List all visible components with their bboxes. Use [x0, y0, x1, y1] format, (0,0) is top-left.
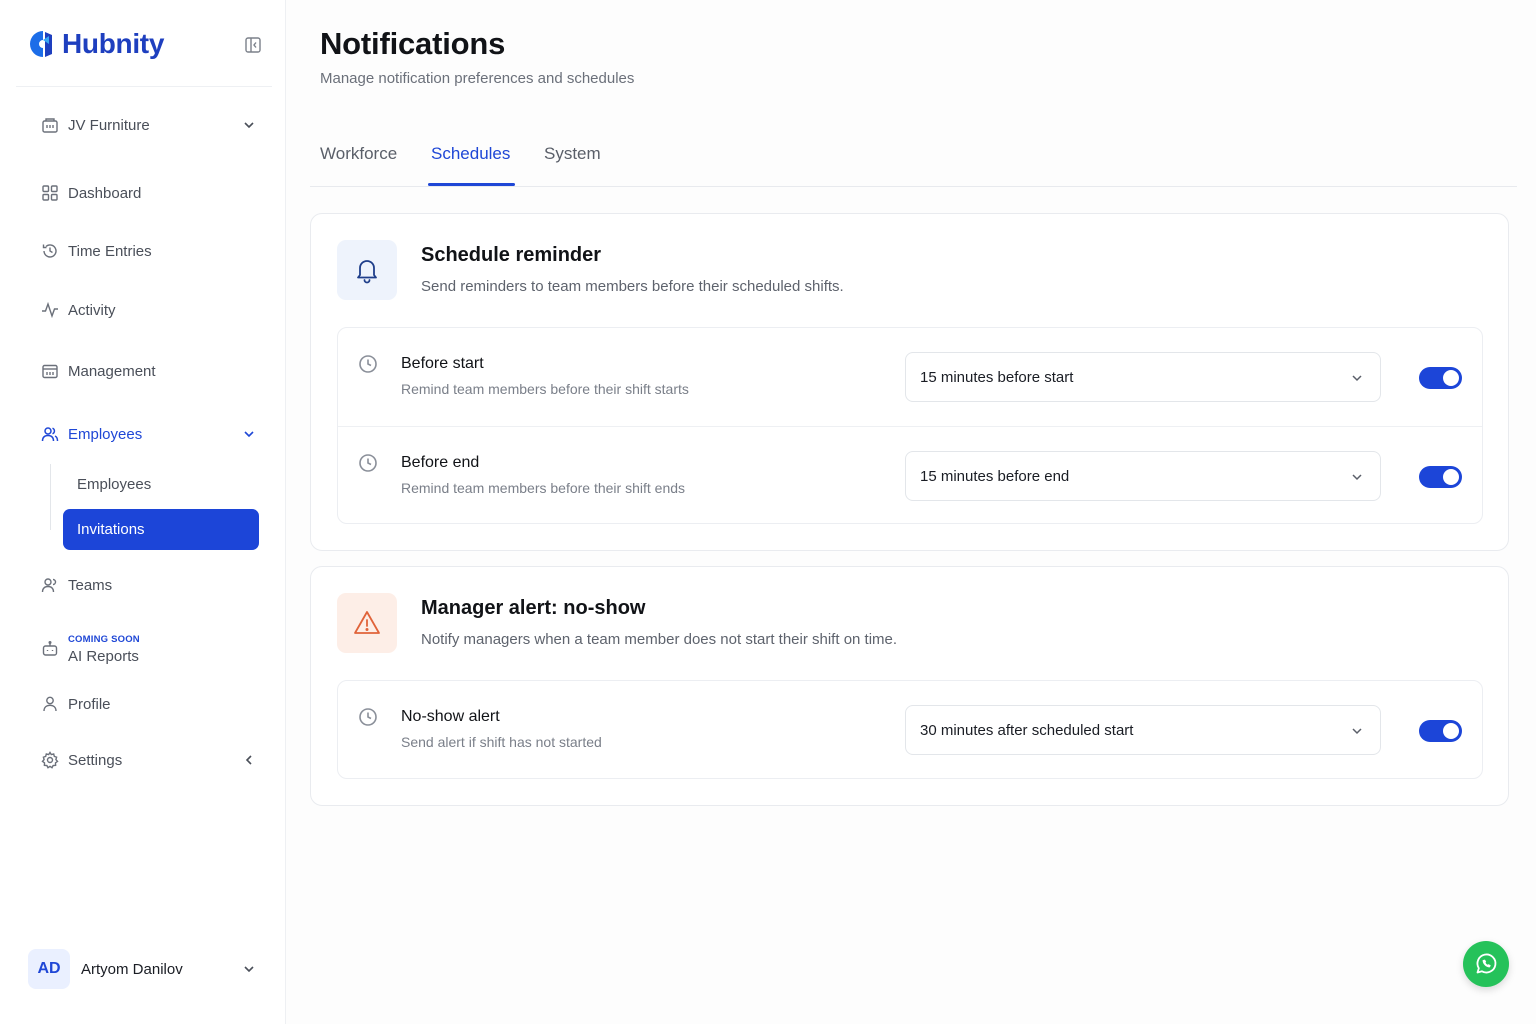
setting-row-before-end: Before end Remind team members before th…	[338, 426, 1482, 524]
avatar: AD	[28, 949, 70, 989]
settings-list: Before start Remind team members before …	[337, 327, 1483, 524]
schedule-reminder-card: Schedule reminder Send reminders to team…	[310, 213, 1509, 551]
brand-name: Hubnity	[62, 28, 165, 59]
history-icon	[42, 244, 57, 258]
chevron-down-icon	[1352, 474, 1362, 481]
submenu-item-label: Employees	[77, 476, 152, 493]
user-icon	[43, 696, 57, 712]
submenu-guide-line	[50, 464, 51, 530]
no-show-toggle[interactable]	[1419, 720, 1462, 742]
tab-system[interactable]: System	[544, 144, 601, 164]
setting-description: Send alert if shift has not started	[401, 734, 602, 750]
sidebar-item-management[interactable]: Management	[28, 353, 272, 389]
page-subtitle: Manage notification preferences and sche…	[320, 70, 635, 87]
tab-workforce[interactable]: Workforce	[320, 144, 397, 164]
sidebar-item-label: Dashboard	[68, 184, 142, 202]
sidebar-item-label: Management	[68, 362, 156, 380]
clock-icon	[359, 708, 377, 726]
sidebar-item-time-entries[interactable]: Time Entries	[28, 233, 272, 269]
sidebar-item-label: Employees	[68, 425, 143, 443]
building-icon	[42, 118, 58, 133]
select-value: 15 minutes before start	[920, 369, 1074, 386]
sidebar-item-activity[interactable]: Activity	[28, 292, 272, 328]
coming-soon-badge: COMING SOON	[68, 633, 140, 645]
workspace-selector[interactable]: JV Furniture	[28, 107, 272, 143]
settings-list: No-show alert Send alert if shift has no…	[337, 680, 1483, 779]
sidebar-item-employees[interactable]: Employees	[28, 416, 272, 452]
card-icon-container	[337, 593, 397, 653]
before-end-select[interactable]: 15 minutes before end	[905, 451, 1381, 501]
card-description: Notify managers when a team member does …	[421, 631, 898, 648]
gear-icon	[41, 751, 59, 769]
hubnity-logo-icon	[30, 31, 52, 57]
toggle-knob	[1443, 469, 1459, 485]
user-menu[interactable]: AD Artyom Danilov	[28, 948, 272, 990]
submenu-item-label: Invitations	[77, 521, 145, 538]
sidebar-item-ai-reports[interactable]: COMING SOON AI Reports	[28, 628, 272, 670]
setting-description: Remind team members before their shift s…	[401, 381, 689, 397]
sidebar-item-label: Teams	[68, 576, 113, 594]
bot-icon	[42, 641, 58, 656]
tab-bar: Workforce Schedules System	[310, 132, 1517, 187]
user-name: Artyom Danilov	[81, 960, 183, 978]
page-title: Notifications	[320, 26, 506, 61]
before-end-toggle[interactable]	[1419, 466, 1462, 488]
workspace-label: JV Furniture	[68, 116, 150, 134]
chevron-down-icon	[1352, 375, 1362, 382]
setting-title: Before end	[401, 454, 480, 471]
sidebar-item-label: Time Entries	[68, 242, 152, 260]
card-icon-container	[337, 240, 397, 300]
setting-description: Remind team members before their shift e…	[401, 480, 686, 496]
users-icon	[41, 427, 59, 442]
bell-icon	[357, 260, 377, 284]
divider	[16, 86, 272, 87]
chevron-left-icon	[245, 755, 252, 765]
sidebar-item-teams[interactable]: Teams	[28, 567, 272, 603]
sidebar-item-label: Settings	[68, 751, 123, 769]
active-tab-indicator	[428, 183, 515, 186]
setting-title: Before start	[401, 355, 484, 372]
sidebar-item-dashboard[interactable]: Dashboard	[28, 175, 272, 211]
sidebar-item-profile[interactable]: Profile	[28, 686, 272, 722]
grid-icon	[42, 185, 58, 201]
setting-title: No-show alert	[401, 708, 500, 725]
before-start-toggle[interactable]	[1419, 367, 1462, 389]
submenu-item-employees[interactable]: Employees	[63, 464, 259, 505]
submenu-item-invitations[interactable]: Invitations	[63, 509, 259, 550]
sidebar: Hubnity JV Furniture Dashboard Time Entr…	[0, 0, 286, 1024]
clock-icon	[359, 355, 377, 373]
whatsapp-chat-button[interactable]	[1463, 941, 1509, 987]
brand[interactable]: Hubnity	[28, 28, 164, 60]
select-value: 15 minutes before end	[920, 468, 1070, 485]
chevron-down-icon	[1352, 728, 1362, 735]
toggle-knob	[1443, 723, 1459, 739]
sidebar-item-settings[interactable]: Settings	[28, 742, 272, 778]
sidebar-collapse-icon[interactable]	[244, 36, 262, 54]
app-root: Hubnity JV Furniture Dashboard Time Entr…	[0, 0, 1536, 1024]
no-show-select[interactable]: 30 minutes after scheduled start	[905, 705, 1381, 755]
calendar-icon	[42, 364, 58, 379]
warning-icon	[354, 611, 380, 634]
chevron-down-icon	[244, 122, 254, 129]
sidebar-item-label: AI Reports	[68, 647, 139, 665]
sidebar-item-label: Profile	[68, 695, 111, 713]
manager-alert-card: Manager alert: no-show Notify managers w…	[310, 566, 1509, 806]
tab-schedules[interactable]: Schedules	[431, 144, 510, 164]
select-value: 30 minutes after scheduled start	[920, 722, 1134, 739]
chevron-down-icon	[244, 966, 254, 973]
ai-reports-text: COMING SOON AI Reports	[68, 634, 140, 665]
sidebar-item-label: Activity	[68, 301, 116, 319]
setting-row-before-start: Before start Remind team members before …	[338, 328, 1482, 426]
before-start-select[interactable]: 15 minutes before start	[905, 352, 1381, 402]
whatsapp-icon	[1476, 953, 1497, 974]
pulse-icon	[42, 301, 58, 319]
clock-icon	[359, 454, 377, 472]
setting-row-no-show: No-show alert Send alert if shift has no…	[338, 681, 1482, 779]
card-description: Send reminders to team members before th…	[421, 278, 844, 295]
card-title: Manager alert: no-show	[421, 597, 646, 619]
card-title: Schedule reminder	[421, 244, 602, 266]
chevron-down-icon	[244, 431, 254, 438]
toggle-knob	[1443, 370, 1459, 386]
team-icon	[41, 578, 57, 593]
